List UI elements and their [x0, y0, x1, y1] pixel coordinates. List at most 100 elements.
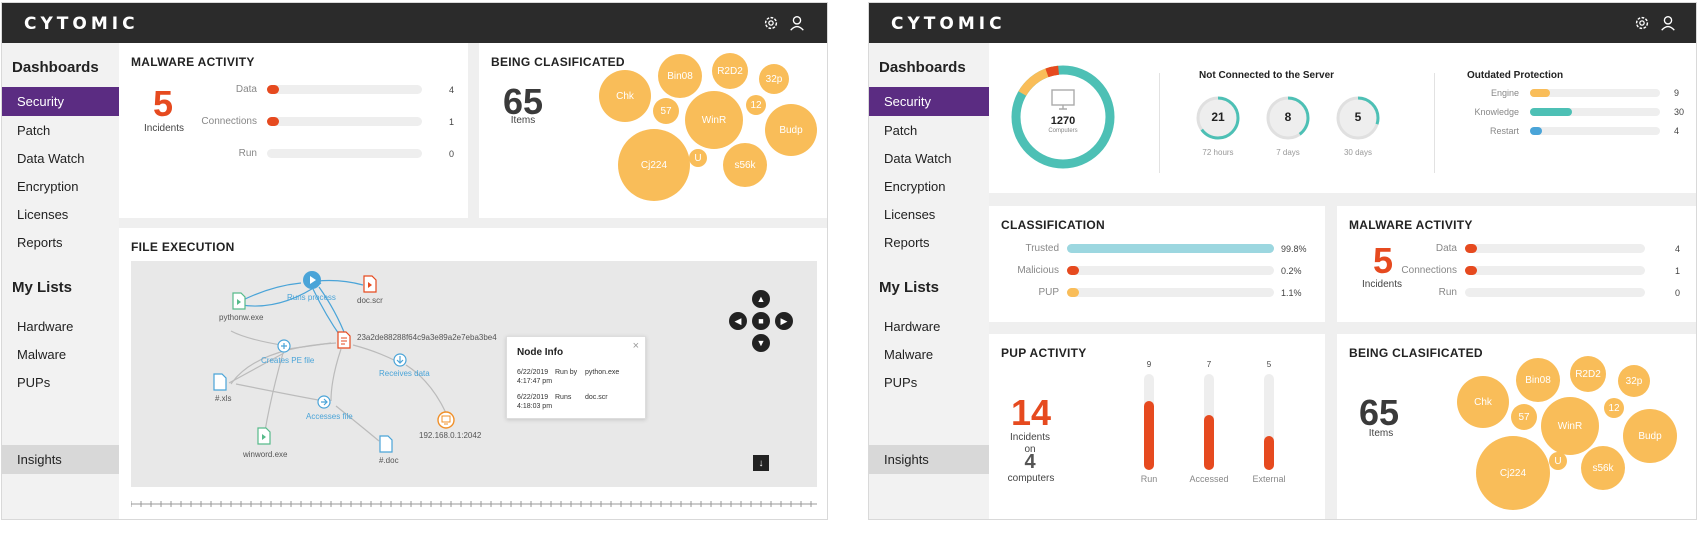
sidebar-item-reports[interactable]: Reports: [869, 228, 986, 257]
info-value: doc.scr: [585, 394, 608, 401]
sidebar-item-insights[interactable]: Insights: [869, 445, 989, 474]
data-bar-fill: [267, 85, 279, 94]
pan-right-button[interactable]: ▶: [775, 312, 793, 330]
bubble-u[interactable]: U: [1549, 452, 1567, 470]
bubble-bin08[interactable]: Bin08: [1516, 358, 1560, 402]
info-date: 6/22/2019: [517, 394, 549, 401]
status-overview-card: 1270 Computers Not Connected to the Serv…: [989, 43, 1696, 193]
play-node-icon[interactable]: [303, 271, 321, 289]
bubble-chk[interactable]: Chk: [599, 70, 651, 122]
bubble-budp[interactable]: Budp: [1623, 409, 1677, 463]
file-node-icon[interactable]: [337, 331, 351, 349]
download-button[interactable]: ↓: [753, 455, 769, 471]
sidebar-item-encryption[interactable]: Encryption: [2, 172, 119, 201]
node-label-creates-pe: Creates PE file: [261, 356, 315, 365]
sidebar-item-licenses[interactable]: Licenses: [869, 200, 986, 229]
restart-bar: [1530, 127, 1660, 135]
pup-bar: [1067, 288, 1274, 297]
user-icon[interactable]: [1659, 14, 1677, 32]
bubble-cj224[interactable]: Cj224: [618, 129, 690, 201]
bubble-winr[interactable]: WinR: [685, 91, 743, 149]
sidebar-item-pups[interactable]: PUPs: [869, 368, 986, 397]
sidebar-item-hardware[interactable]: Hardware: [869, 312, 986, 341]
sidebar-item-patch[interactable]: Patch: [869, 116, 986, 145]
file-node-icon[interactable]: [363, 275, 377, 293]
bubble-32p[interactable]: 32p: [759, 64, 789, 94]
ring-value: 5: [1354, 110, 1362, 124]
pup-computers-label: computers: [1007, 473, 1055, 484]
bubble-budp[interactable]: Budp: [765, 104, 817, 156]
pup-incidents-label: Incidents: [1009, 432, 1051, 443]
bar-label: Connections: [1401, 265, 1457, 276]
center-button[interactable]: ■: [752, 312, 770, 330]
user-icon[interactable]: [788, 14, 806, 32]
file-node-icon[interactable]: [213, 373, 227, 391]
col-label: Accessed: [1189, 474, 1229, 484]
run-column-fill: [1144, 400, 1154, 470]
plus-node-icon[interactable]: [277, 339, 291, 353]
settings-gear-icon[interactable]: [762, 14, 780, 32]
restart-bar-fill: [1530, 127, 1542, 135]
bar-label: Connections: [201, 116, 257, 127]
sidebar-item-security[interactable]: Security: [2, 87, 119, 116]
monitor-node-icon[interactable]: [437, 411, 455, 429]
bubble-12[interactable]: 12: [1604, 398, 1624, 418]
bubble-r2d2[interactable]: R2D2: [712, 53, 748, 89]
sidebar-item-patch[interactable]: Patch: [2, 116, 119, 145]
sidebar-item-security[interactable]: Security: [869, 87, 989, 116]
bar-label: Data: [1435, 243, 1457, 254]
sidebar: Dashboards Security Patch Data Watch Enc…: [869, 43, 989, 519]
bar-value: 0: [1675, 288, 1681, 298]
bar-value: 1: [449, 117, 455, 127]
settings-gear-icon[interactable]: [1633, 14, 1651, 32]
sidebar-item-malware[interactable]: Malware: [2, 340, 119, 369]
node-label-hash: 23a2de88288f64c9a3e89a2e7eba3be4: [357, 333, 497, 342]
engine-bar: [1530, 89, 1660, 97]
node-label-winword: winword.exe: [243, 450, 288, 459]
sidebar-item-malware[interactable]: Malware: [869, 340, 986, 369]
bubble-57[interactable]: 57: [653, 98, 679, 124]
bubble-bin08[interactable]: Bin08: [658, 54, 702, 98]
sidebar-item-insights[interactable]: Insights: [2, 445, 119, 474]
divider: [1434, 73, 1435, 173]
ring-label: 30 days: [1343, 148, 1373, 157]
accessed-column-bar: [1204, 374, 1214, 470]
bubble-s56k[interactable]: s56k: [1581, 446, 1625, 490]
col-label: External: [1252, 474, 1286, 484]
sidebar-item-licenses[interactable]: Licenses: [2, 200, 119, 229]
bubble-cj224[interactable]: Cj224: [1476, 436, 1550, 510]
pan-down-button[interactable]: ▼: [752, 334, 770, 352]
sidebar-item-pups[interactable]: PUPs: [2, 368, 119, 397]
bubble-winr[interactable]: WinR: [1541, 397, 1599, 455]
sidebar-item-data-watch[interactable]: Data Watch: [869, 144, 986, 173]
download-node-icon[interactable]: [393, 353, 407, 367]
bubble-r2d2[interactable]: R2D2: [1570, 356, 1606, 392]
pan-up-button[interactable]: ▲: [752, 290, 770, 308]
bubble-57[interactable]: 57: [1511, 404, 1537, 430]
pup-incidents-count: 14: [1011, 392, 1052, 433]
bar-value: 0: [449, 149, 455, 159]
connections-bar-fill: [267, 117, 279, 126]
bubble-12[interactable]: 12: [746, 95, 766, 115]
access-node-icon[interactable]: [317, 395, 331, 409]
bubble-32p[interactable]: 32p: [1618, 365, 1650, 397]
pan-left-button[interactable]: ◀: [729, 312, 747, 330]
sidebar-item-encryption[interactable]: Encryption: [869, 172, 986, 201]
sidebar-item-hardware[interactable]: Hardware: [2, 312, 119, 341]
bar-label: Restart: [1489, 126, 1519, 136]
node-label-ip: 192.168.0.1:2042: [419, 431, 482, 440]
ring-label: 72 hours: [1202, 148, 1234, 157]
node-label-accesses-file: Accesses file: [306, 412, 353, 421]
sidebar-item-data-watch[interactable]: Data Watch: [2, 144, 119, 173]
bubble-s56k[interactable]: s56k: [723, 143, 767, 187]
close-icon[interactable]: ×: [633, 340, 639, 352]
file-node-icon[interactable]: [257, 427, 271, 445]
timeline-slider[interactable]: [131, 498, 817, 510]
connections-bar-fill: [1465, 266, 1477, 275]
file-node-icon[interactable]: [232, 292, 246, 310]
sidebar-item-reports[interactable]: Reports: [2, 228, 119, 257]
file-node-icon[interactable]: [379, 435, 393, 453]
bubble-u[interactable]: U: [689, 149, 707, 167]
execution-graph[interactable]: pythonw.exe Runs process doc.scr 23a2de8…: [131, 261, 817, 487]
bubble-chk[interactable]: Chk: [1457, 376, 1509, 428]
